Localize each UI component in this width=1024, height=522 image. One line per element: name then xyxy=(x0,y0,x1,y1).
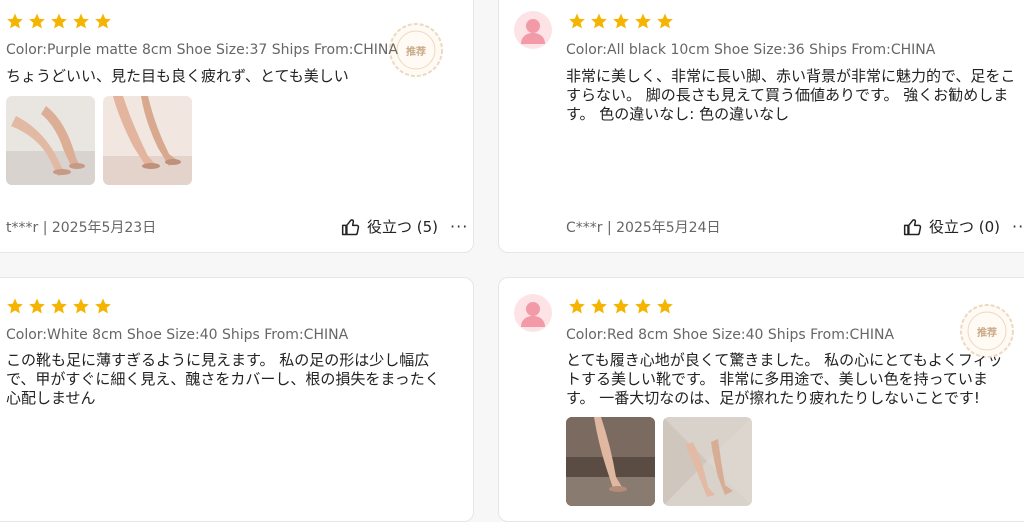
review-variant: Color:White 8cm Shoe Size:40 Ships From:… xyxy=(6,327,349,343)
review-card: Color:All black 10cm Shoe Size:36 Ships … xyxy=(498,0,1024,253)
thumbs-up-icon xyxy=(341,218,360,235)
star-icon xyxy=(569,13,585,29)
review-card: Color:White 8cm Shoe Size:40 Ships From:… xyxy=(0,277,474,522)
review-photo[interactable] xyxy=(663,417,752,506)
rating-stars xyxy=(6,297,112,315)
star-icon xyxy=(635,298,651,314)
star-icon xyxy=(657,13,673,29)
star-icon xyxy=(29,298,45,314)
star-icon xyxy=(73,13,89,29)
star-icon xyxy=(7,13,23,29)
star-icon xyxy=(7,298,23,314)
user-avatar-icon xyxy=(514,294,552,332)
more-horizontal-icon[interactable]: ··· xyxy=(1012,217,1024,236)
star-icon xyxy=(635,13,651,29)
review-variant: Color:All black 10cm Shoe Size:36 Ships … xyxy=(566,42,936,58)
star-icon xyxy=(613,298,629,314)
review-card: 推荐 Color:Red 8cm Shoe Size:40 Ships From… xyxy=(498,277,1024,522)
more-horizontal-icon[interactable]: ··· xyxy=(450,217,468,236)
review-photos xyxy=(566,417,752,506)
user-avatar-icon xyxy=(514,11,552,49)
author-date: t***r | 2025年5月23日 xyxy=(6,220,157,236)
star-icon xyxy=(591,13,607,29)
star-icon xyxy=(613,13,629,29)
rating-stars xyxy=(568,12,674,30)
star-icon xyxy=(51,13,67,29)
review-variant: Color:Purple matte 8cm Shoe Size:37 Ship… xyxy=(6,42,398,58)
helpful-label: 役立つ (5) xyxy=(367,218,439,236)
helpful-button[interactable]: 役立つ (5) ··· xyxy=(341,216,468,237)
star-icon xyxy=(51,298,67,314)
star-icon xyxy=(95,13,111,29)
review-text: この靴も足に薄すぎるように見えます。 私の足の形は少し幅広で、甲がすぐに細く見え… xyxy=(6,351,440,407)
review-text: 非常に美しく、非常に長い脚、赤い背景が非常に魅力的で、足をこすらない。 脚の長さ… xyxy=(566,67,1016,123)
star-icon xyxy=(591,298,607,314)
review-text: ちょうどいい、見た目も良く疲れず、とても美しい xyxy=(6,67,349,85)
star-icon xyxy=(95,298,111,314)
helpful-button[interactable]: 役立つ (0) ··· xyxy=(903,216,1024,237)
review-photos xyxy=(6,96,192,185)
review-photo[interactable] xyxy=(566,417,655,506)
star-icon xyxy=(73,298,89,314)
star-icon xyxy=(29,13,45,29)
helpful-label: 役立つ (0) xyxy=(929,218,1001,236)
review-variant: Color:Red 8cm Shoe Size:40 Ships From:CH… xyxy=(566,327,895,343)
star-icon xyxy=(569,298,585,314)
review-card: 推荐 Color:Purple matte 8cm Shoe Size:37 S… xyxy=(0,0,474,253)
review-text: とても履き心地が良くて驚きました。 私の心にとてもよくフィットする美しい靴です。… xyxy=(566,351,1003,407)
review-photo[interactable] xyxy=(6,96,95,185)
rating-stars xyxy=(568,297,674,315)
author-date: C***r | 2025年5月24日 xyxy=(566,220,721,236)
review-photo[interactable] xyxy=(103,96,192,185)
rating-stars xyxy=(6,12,112,30)
thumbs-up-icon xyxy=(903,218,922,235)
star-icon xyxy=(657,298,673,314)
